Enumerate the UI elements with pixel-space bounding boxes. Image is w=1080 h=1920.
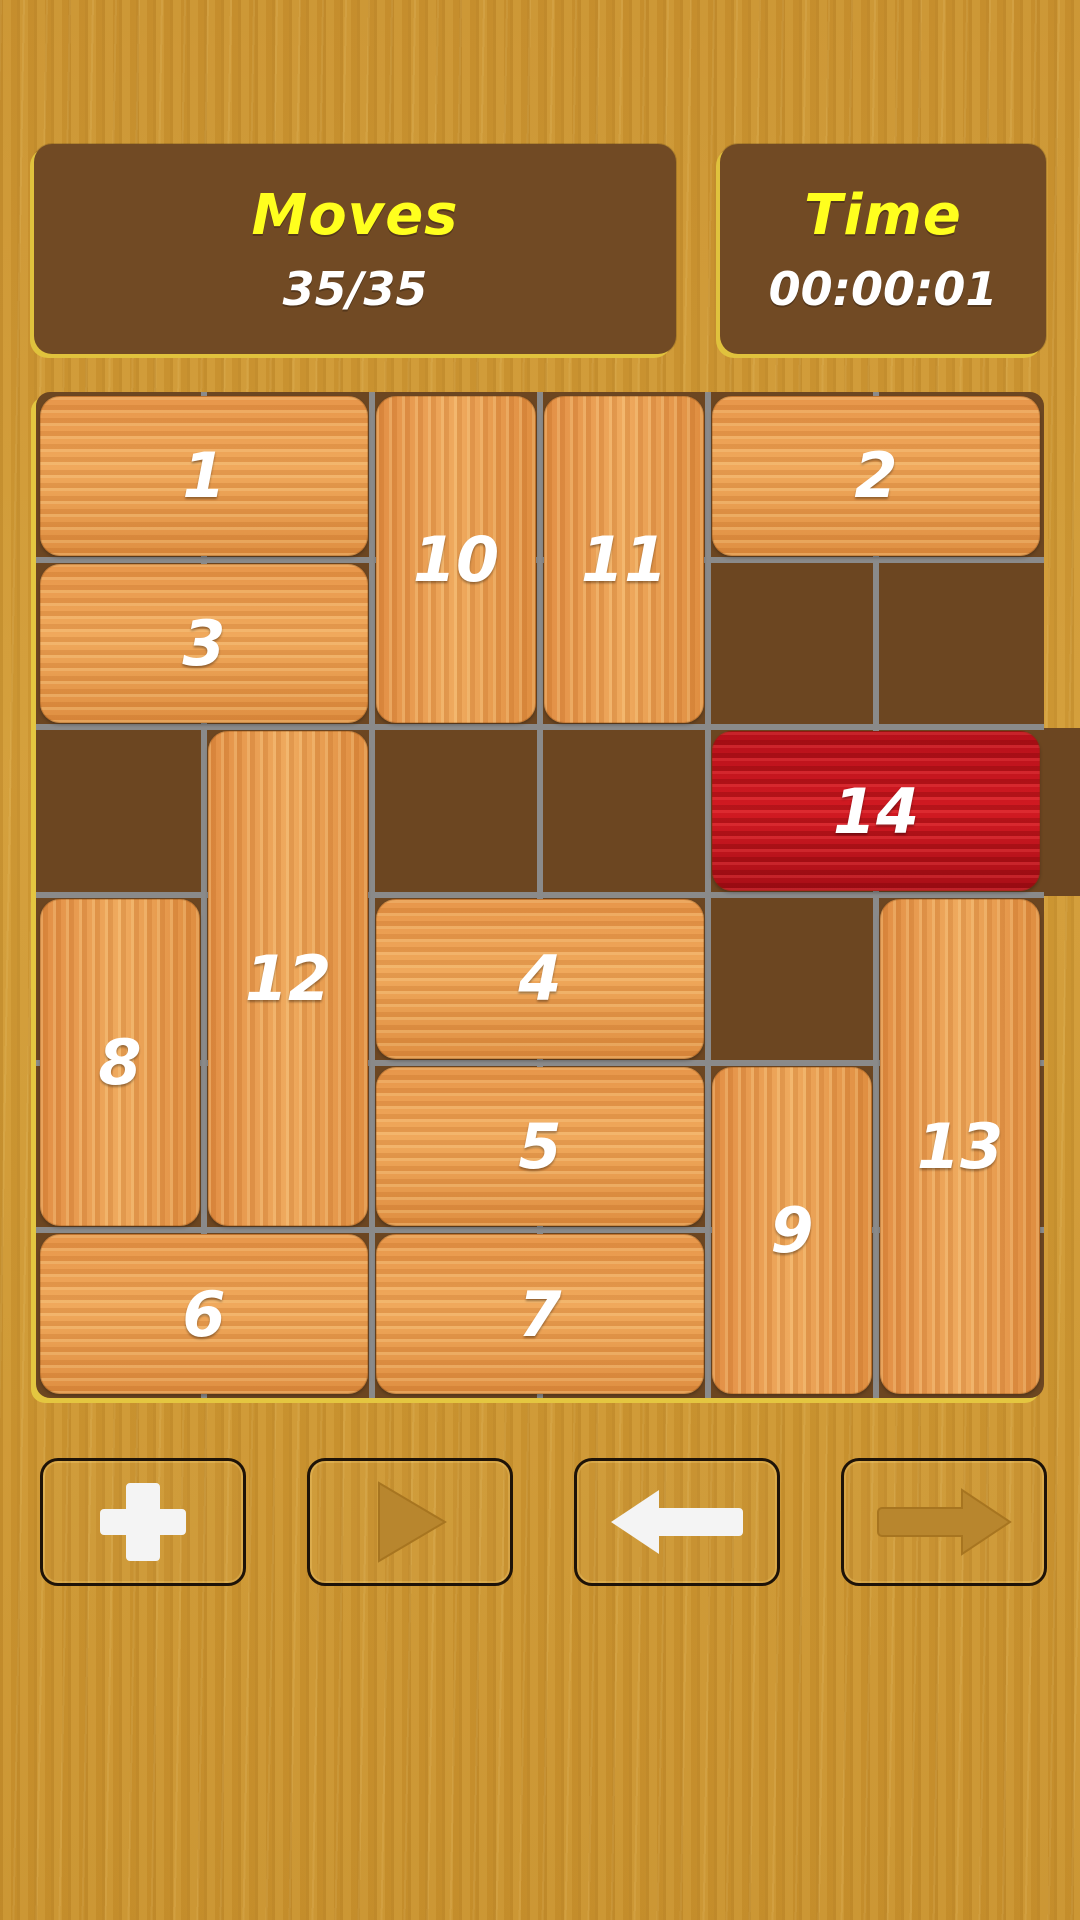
time-counter: 00:00:01 — [768, 261, 998, 316]
puzzle-block[interactable]: 8 — [40, 899, 200, 1227]
moves-counter: 35/35 — [282, 261, 428, 316]
arrow-left-icon — [611, 1490, 743, 1554]
new-game-button[interactable] — [40, 1458, 246, 1586]
time-label: Time — [804, 182, 962, 248]
puzzle-block[interactable]: 5 — [376, 1066, 704, 1227]
moves-label: Moves — [251, 182, 459, 248]
puzzle-block[interactable]: 6 — [40, 1234, 368, 1394]
undo-button[interactable] — [574, 1458, 780, 1586]
puzzle-block[interactable]: 10 — [376, 396, 536, 724]
puzzle-block[interactable]: 2 — [712, 396, 1040, 556]
board-exit — [1044, 728, 1080, 896]
puzzle-block[interactable]: 4 — [376, 899, 704, 1059]
play-icon — [378, 1481, 447, 1563]
redo-button[interactable] — [841, 1458, 1047, 1586]
puzzle-block[interactable]: 7 — [376, 1234, 704, 1394]
grid-line — [36, 724, 1044, 731]
arrow-right-icon — [877, 1488, 1012, 1556]
grid-line — [36, 892, 1044, 898]
puzzle-block[interactable]: 1 — [40, 396, 368, 556]
puzzle-block[interactable]: 9 — [712, 1066, 872, 1394]
puzzle-block[interactable]: 11 — [544, 396, 704, 724]
plus-icon — [100, 1483, 186, 1561]
time-panel: Time 00:00:01 — [720, 144, 1046, 354]
moves-panel: Moves 35/35 — [34, 144, 676, 354]
puzzle-block[interactable]: 12 — [208, 731, 368, 1227]
target-block[interactable]: 14 — [712, 731, 1040, 891]
grid-line — [36, 556, 1044, 563]
puzzle-board: 1 10 11 2 3 12 14 8 4 13 5 9 6 7 — [36, 392, 1044, 1398]
puzzle-block[interactable]: 3 — [40, 563, 368, 724]
play-button[interactable] — [307, 1458, 513, 1586]
puzzle-block[interactable]: 13 — [880, 899, 1040, 1394]
